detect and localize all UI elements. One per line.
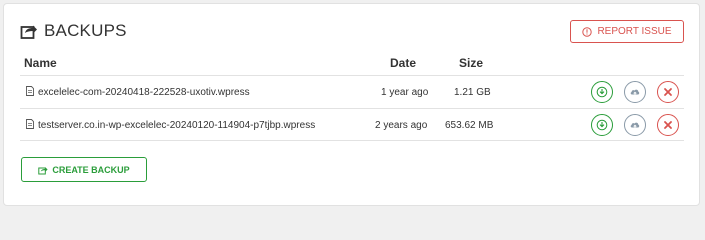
report-issue-label: REPORT ISSUE [597,26,672,37]
table-row: testserver.co.in-wp-excelelec-20240120-1… [20,108,684,141]
backup-filename: testserver.co.in-wp-excelelec-20240120-1… [38,120,316,131]
restore-cloud-icon [630,122,640,129]
backup-date: 1 year ago [381,87,429,98]
table-header: Name Date Size [22,56,683,74]
backup-filename: excelelec-com-20240418-222528-uxotiv.wpr… [38,87,250,98]
report-issue-button[interactable]: REPORT ISSUE [570,20,684,43]
restore-cloud-icon [630,89,640,96]
create-backup-button[interactable]: CREATE BACKUP [21,157,147,182]
backups-panel: BACKUPS REPORT ISSUE Name Date Size exce… [3,3,700,206]
page-title: BACKUPS [44,21,127,40]
backup-size: 653.62 MB [445,120,494,131]
delete-icon [664,88,672,96]
table-row: excelelec-com-20240418-222528-uxotiv.wpr… [20,75,684,108]
download-button[interactable] [591,81,613,103]
share-export-icon [20,22,38,40]
download-icon [596,119,608,131]
backup-size: 1.21 GB [454,87,491,98]
column-header-size: Size [459,56,484,70]
delete-button[interactable] [657,81,679,103]
column-header-name: Name [24,56,57,70]
backup-date: 2 years ago [375,120,428,131]
delete-button[interactable] [657,114,679,136]
download-icon [596,86,608,98]
column-header-date: Date [390,56,417,70]
restore-button[interactable] [624,81,646,103]
warning-circle-icon [582,26,593,37]
restore-button[interactable] [624,114,646,136]
create-backup-label: CREATE BACKUP [52,164,130,175]
file-icon [26,119,34,129]
download-button[interactable] [591,114,613,136]
file-icon [26,86,34,96]
share-export-icon [38,165,48,175]
panel-header: BACKUPS [20,21,127,41]
delete-icon [664,121,672,129]
